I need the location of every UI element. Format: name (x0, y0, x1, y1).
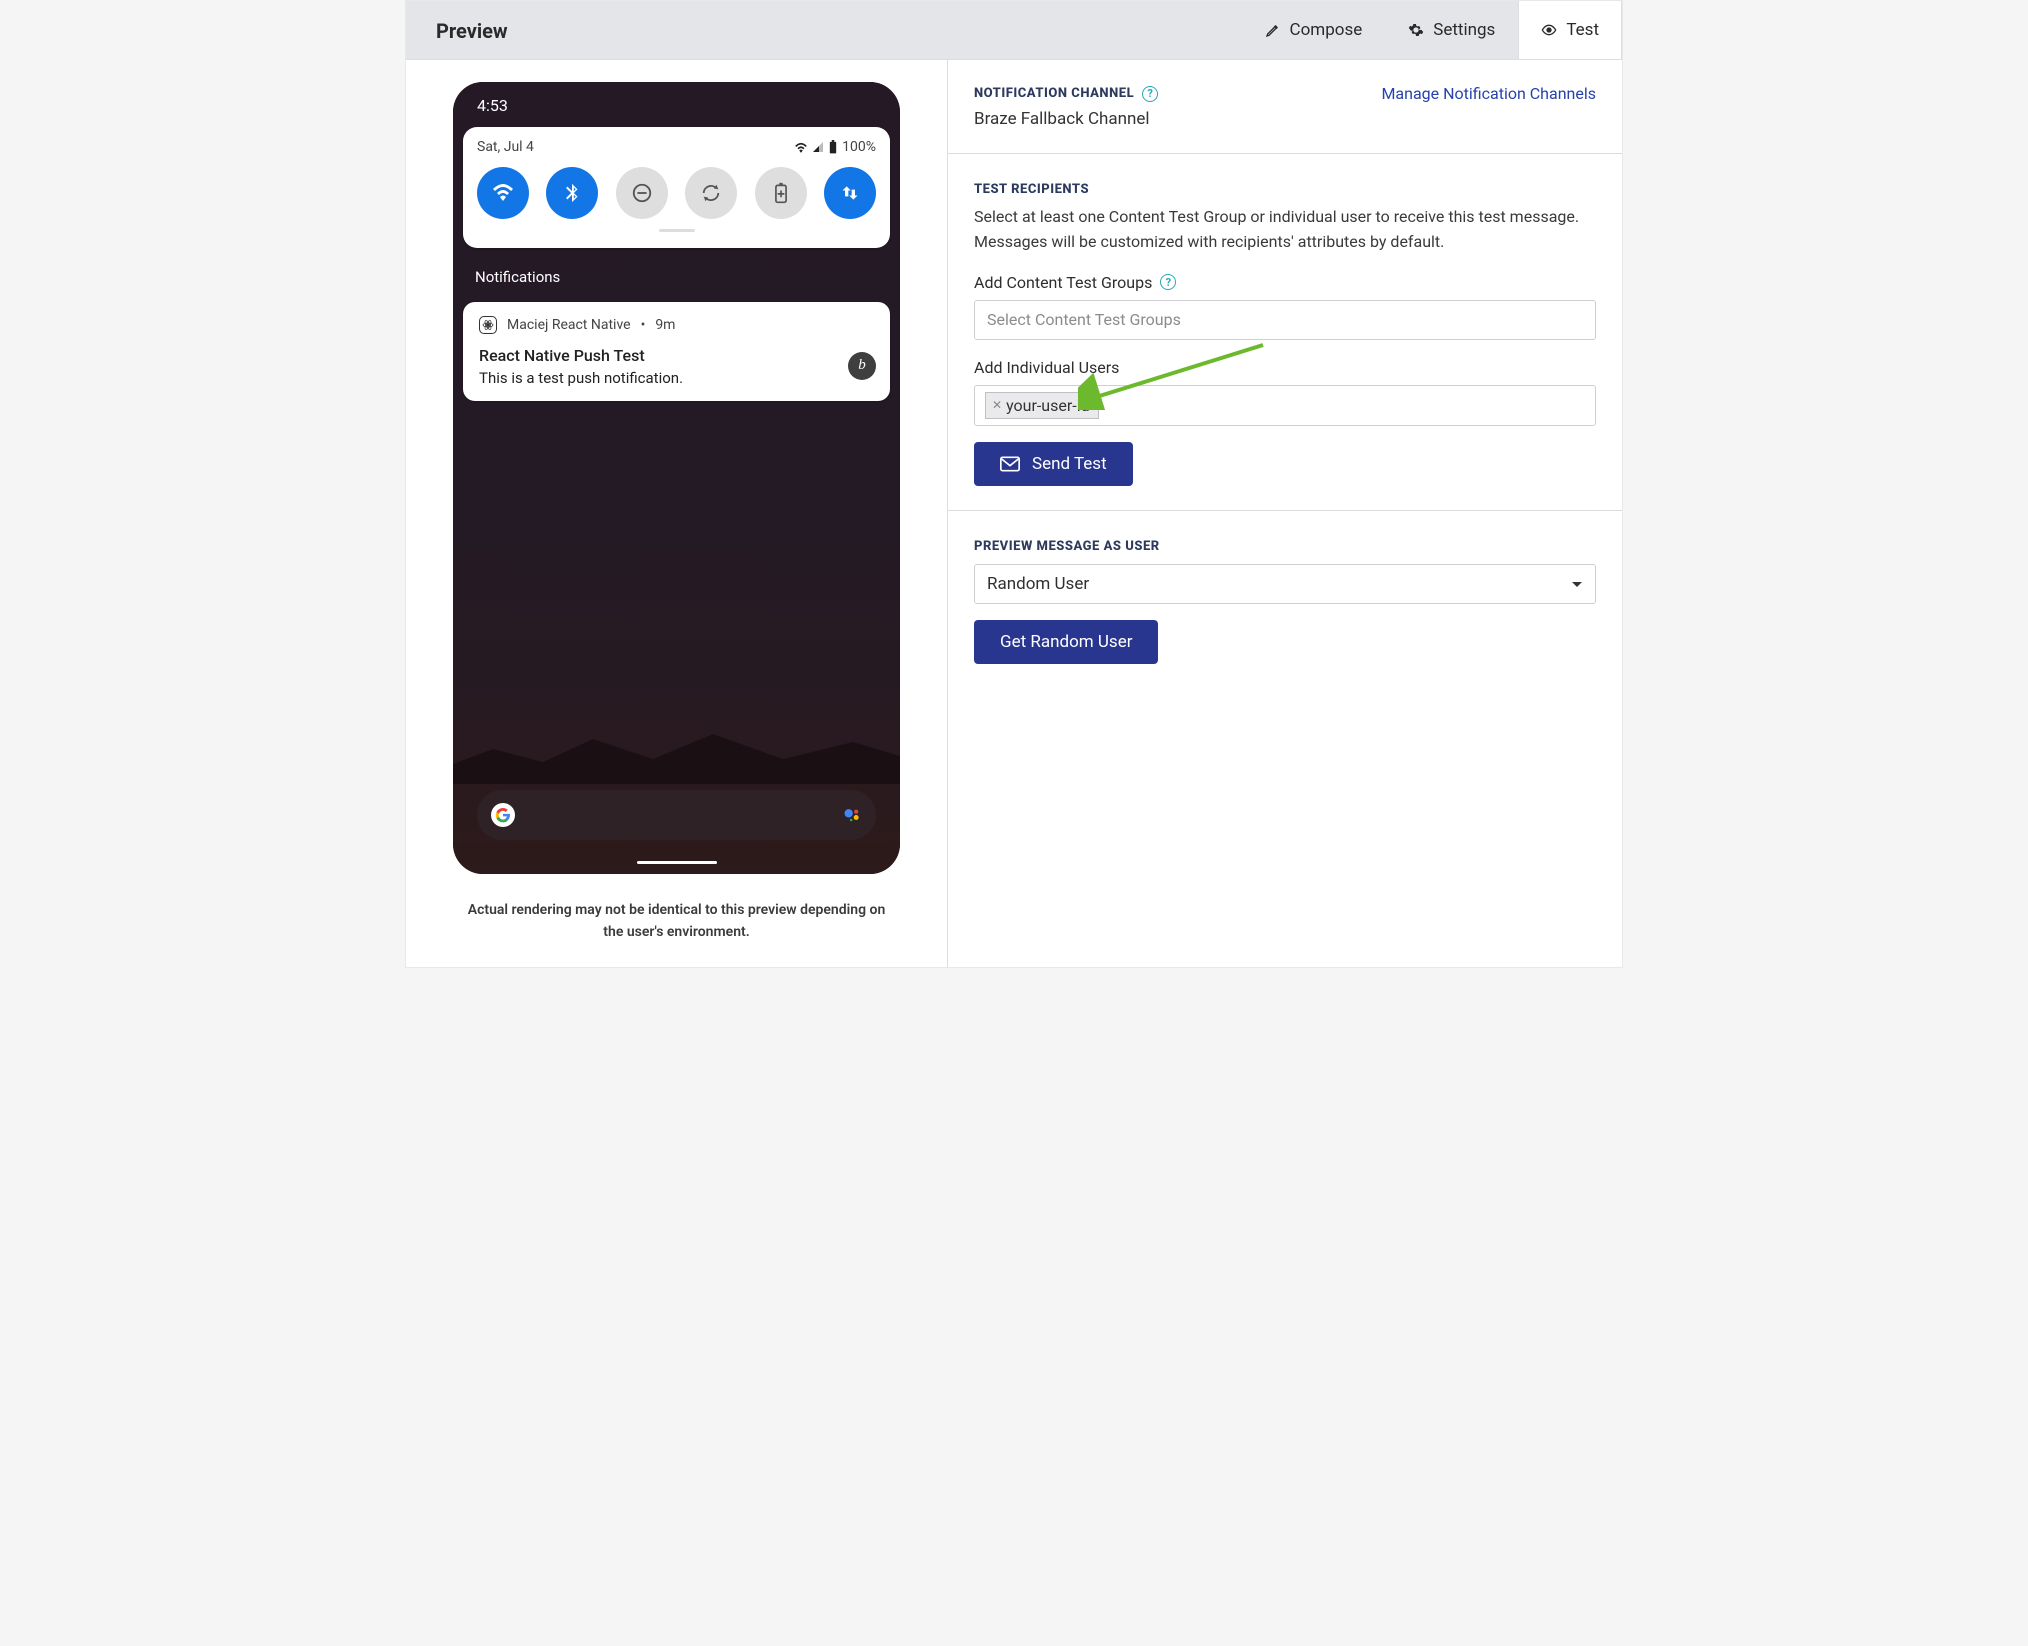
section-description: Select at least one Content Test Group o… (974, 205, 1596, 255)
google-search-pill[interactable] (477, 790, 876, 840)
status-time: 4:53 (453, 82, 900, 121)
test-panel: NOTIFICATION CHANNEL ? Manage Notificati… (948, 60, 1622, 967)
test-recipients-section: TEST RECIPIENTS Select at least one Cont… (948, 154, 1622, 511)
preview-panel: 4:53 Sat, Jul 4 100% (406, 60, 948, 967)
groups-field-label: Add Content Test Groups (974, 273, 1152, 292)
tab-label: Compose (1290, 20, 1363, 40)
bluetooth-icon (561, 182, 583, 204)
mountains-silhouette (453, 704, 900, 784)
data-swap-icon (840, 183, 860, 203)
qs-drag-handle[interactable] (659, 229, 695, 232)
phone-mock: 4:53 Sat, Jul 4 100% (453, 82, 900, 874)
app-icon (479, 316, 497, 334)
battery-saver-icon (772, 182, 790, 204)
gear-icon (1408, 22, 1424, 38)
groups-input-field[interactable] (985, 309, 1585, 330)
tab-test[interactable]: Test (1518, 1, 1622, 59)
top-bar: Preview Compose Settings Test (406, 1, 1622, 60)
signal-icon (812, 141, 824, 153)
battery-percent: 100% (842, 139, 876, 155)
remove-chip-icon[interactable]: ✕ (992, 398, 1002, 412)
qs-battery-saver-toggle[interactable] (755, 167, 807, 219)
button-label: Get Random User (1000, 632, 1132, 652)
help-icon[interactable]: ? (1160, 274, 1176, 290)
content-test-groups-input[interactable] (974, 300, 1596, 340)
tab-label: Settings (1433, 20, 1495, 40)
individual-users-input[interactable]: ✕ your-user-id (974, 385, 1596, 426)
help-icon[interactable]: ? (1142, 86, 1158, 102)
channel-value: Braze Fallback Channel (974, 109, 1596, 129)
preview-disclaimer: Actual rendering may not be identical to… (462, 900, 892, 943)
eye-icon (1541, 22, 1557, 38)
select-value: Random User (987, 574, 1089, 594)
tab-compose[interactable]: Compose (1242, 1, 1386, 59)
rotate-icon (700, 182, 722, 204)
wifi-icon (794, 141, 808, 153)
qs-bluetooth-toggle[interactable] (546, 167, 598, 219)
qs-rotate-toggle[interactable] (685, 167, 737, 219)
google-logo-icon (491, 803, 515, 827)
wifi-icon (491, 181, 515, 205)
bullet: • (641, 317, 646, 333)
notification-card[interactable]: Maciej React Native • 9m React Native Pu… (463, 302, 890, 401)
home-indicator[interactable] (637, 861, 717, 864)
preview-user-select[interactable]: Random User (974, 564, 1596, 604)
app-shell: Preview Compose Settings Test (405, 0, 1623, 968)
users-input-field[interactable] (1105, 395, 1585, 416)
tab-label: Test (1566, 20, 1599, 40)
envelope-icon (1000, 456, 1020, 472)
tab-settings[interactable]: Settings (1385, 1, 1518, 59)
notification-body: This is a test push notification. (479, 369, 874, 387)
page-title: Preview (406, 1, 1242, 59)
section-heading: NOTIFICATION CHANNEL (974, 86, 1134, 101)
qs-wifi-toggle[interactable] (477, 167, 529, 219)
assistant-icon (842, 805, 862, 825)
qs-dnd-toggle[interactable] (616, 167, 668, 219)
send-test-button[interactable]: Send Test (974, 442, 1133, 486)
user-chip[interactable]: ✕ your-user-id (985, 392, 1099, 419)
manage-channels-link[interactable]: Manage Notification Channels (1381, 84, 1596, 103)
dnd-icon (631, 182, 653, 204)
notification-title: React Native Push Test (479, 346, 874, 365)
pencil-icon (1265, 22, 1281, 38)
chip-label: your-user-id (1006, 396, 1090, 415)
notification-badge: b (848, 352, 876, 380)
get-random-user-button[interactable]: Get Random User (974, 620, 1158, 664)
status-date: Sat, Jul 4 (477, 139, 534, 155)
users-field-label: Add Individual Users (974, 358, 1119, 377)
notification-age: 9m (655, 317, 675, 333)
status-indicators: 100% (794, 139, 876, 155)
tab-bar: Compose Settings Test (1242, 1, 1622, 59)
notification-app-name: Maciej React Native (507, 317, 631, 333)
button-label: Send Test (1032, 454, 1107, 474)
quick-settings-card: Sat, Jul 4 100% (463, 127, 890, 248)
preview-as-user-section: PREVIEW MESSAGE AS USER Random User Get … (948, 511, 1622, 688)
notification-channel-section: NOTIFICATION CHANNEL ? Manage Notificati… (948, 60, 1622, 154)
battery-icon (828, 140, 838, 154)
qs-data-toggle[interactable] (824, 167, 876, 219)
caret-down-icon (1571, 574, 1583, 594)
section-heading: PREVIEW MESSAGE AS USER (974, 539, 1160, 554)
section-heading: TEST RECIPIENTS (974, 182, 1089, 197)
notifications-heading: Notifications (453, 248, 900, 294)
